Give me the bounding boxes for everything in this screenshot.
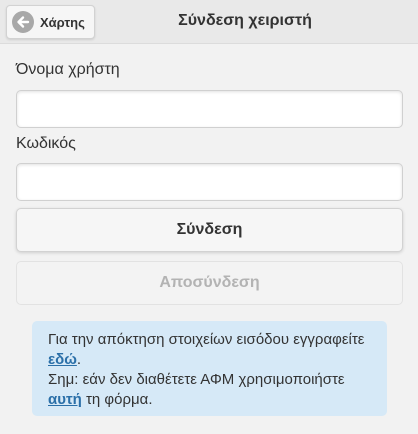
page-title: Σύνδεση χειριστή [178,12,312,29]
alternate-form-link[interactable]: αυτή [48,391,82,408]
info-text-form: τη φόρμα. [81,391,153,408]
registration-info-box: Για την απόκτηση στοιχείων εισόδου εγγρα… [32,321,387,416]
info-text-period: . [76,351,82,368]
password-input[interactable] [16,163,403,201]
password-label: Κωδικός [16,135,76,152]
header-bar: Χάρτης Σύνδεση χειριστή [0,0,418,44]
register-here-link[interactable]: εδώ [48,351,77,368]
logout-button-disabled: Αποσύνδεση [16,261,403,305]
login-button[interactable]: Σύνδεση [16,208,403,252]
arrow-left-circle-icon [12,11,34,33]
back-to-map-button[interactable]: Χάρτης [6,5,95,39]
username-label: Όνομα χρήστη [16,61,120,78]
info-text-registration: Για την απόκτηση στοιχείων εισόδου εγγρα… [48,331,365,348]
back-button-label: Χάρτης [40,14,85,30]
username-input[interactable] [16,90,403,128]
info-text-note: Σημ: εάν δεν διαθέτετε ΑΦΜ χρησιμοποιήστ… [48,371,345,388]
